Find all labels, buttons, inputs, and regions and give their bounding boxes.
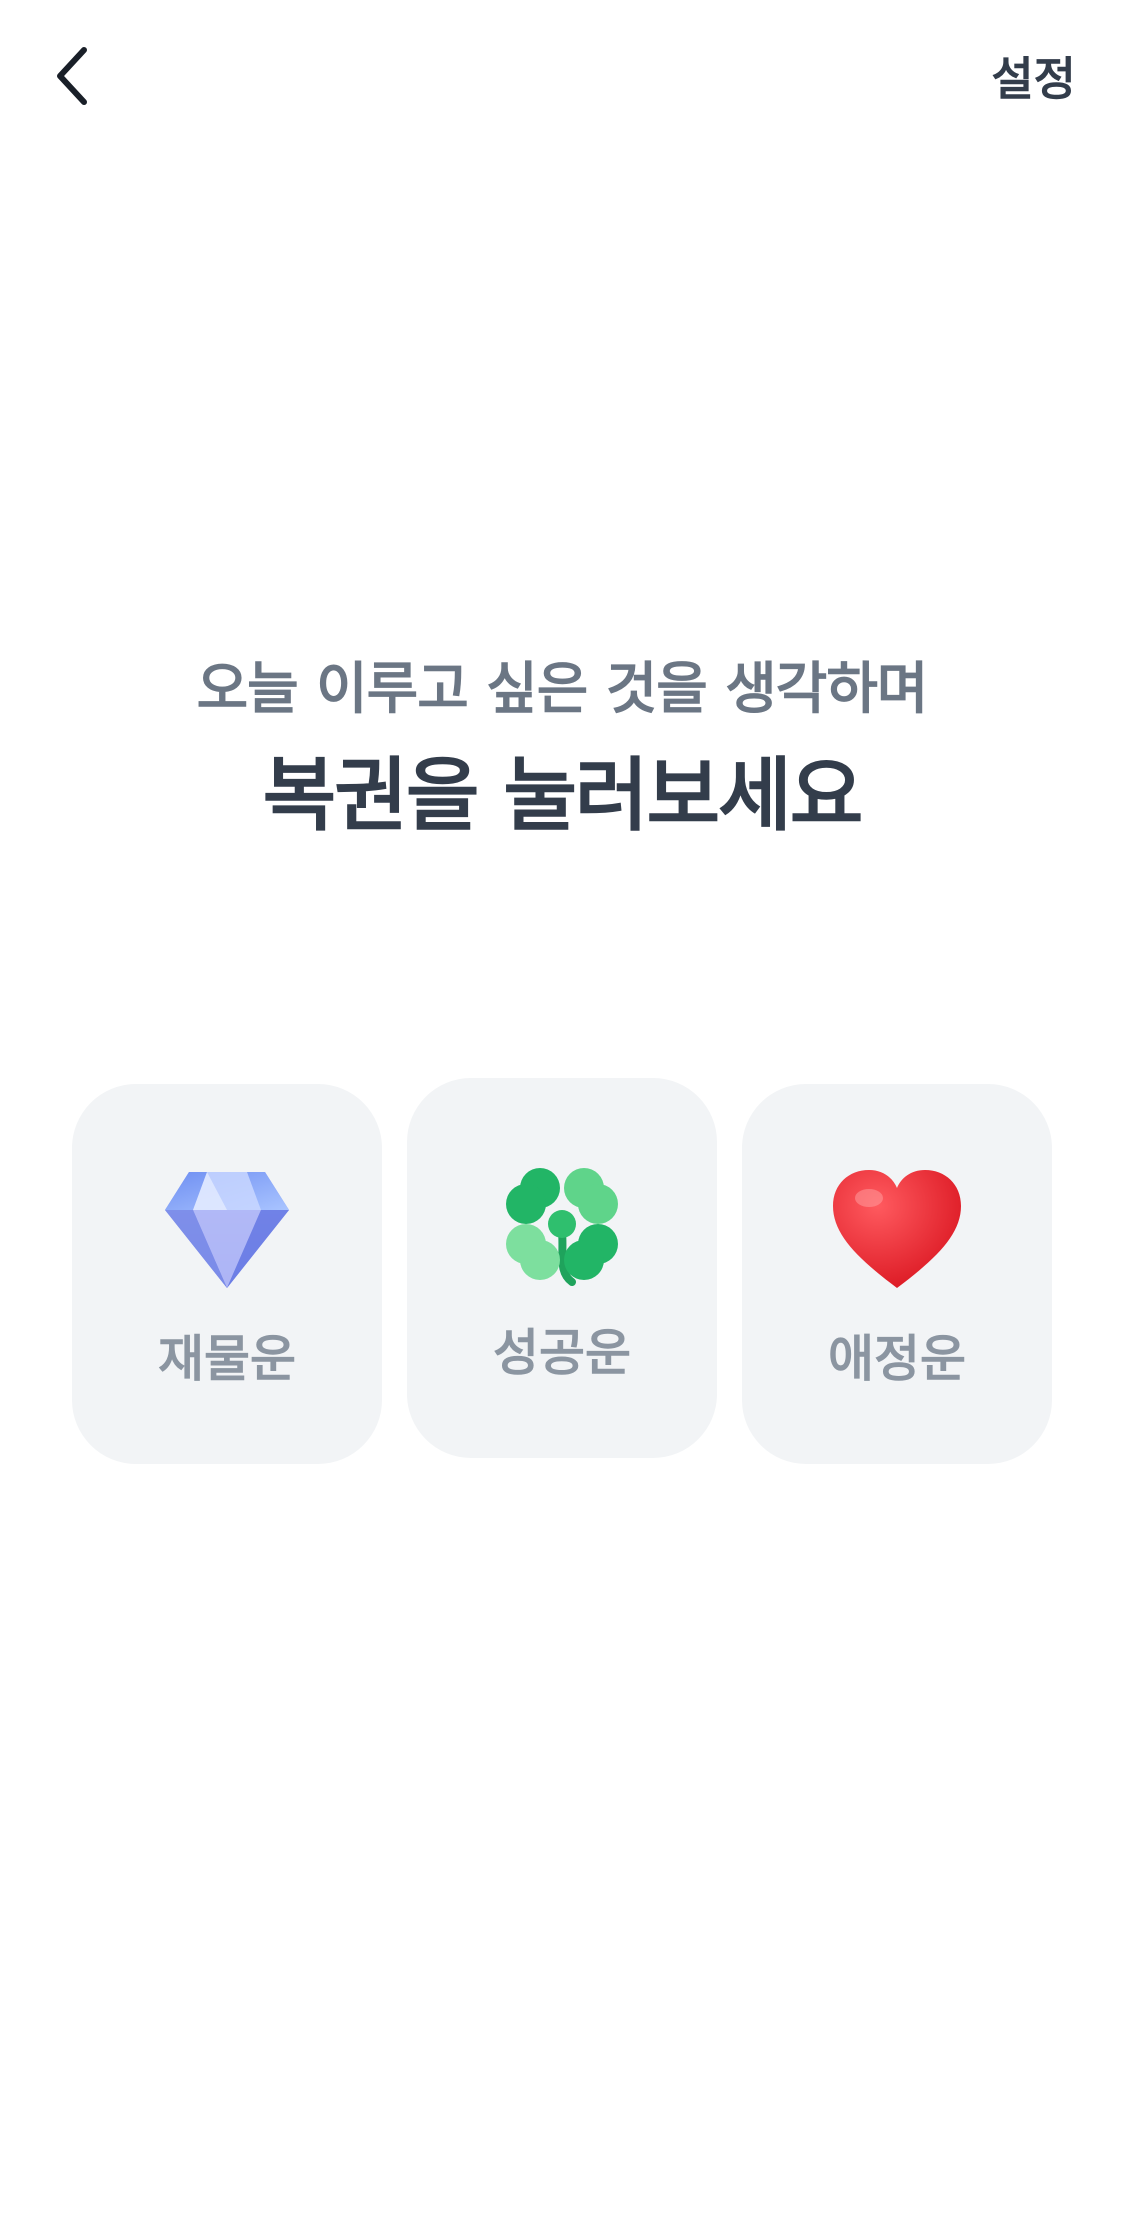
love-card-label: 애정운 [828, 1330, 966, 1388]
love-card[interactable]: 애정운 [742, 1084, 1052, 1464]
lottery-cards: 재물운 성공운 애정운 [72, 1078, 1052, 1468]
heart-icon [833, 1170, 961, 1288]
four-leaf-clover-icon [506, 1168, 618, 1286]
prompt-title: 복권을 눌러보세요 [262, 749, 864, 842]
chevron-left-icon [57, 47, 87, 105]
success-card[interactable]: 성공운 [407, 1078, 717, 1458]
top-bar: 설정 [0, 0, 1124, 150]
back-button[interactable] [40, 36, 104, 116]
prompt: 오늘 이루고 싶은 것을 생각하며 복권을 눌러보세요 [0, 650, 1124, 846]
settings-button[interactable]: 설정 [991, 36, 1076, 116]
prompt-subtitle: 오늘 이루고 싶은 것을 생각하며 [196, 657, 929, 722]
wealth-card[interactable]: 재물운 [72, 1084, 382, 1464]
gem-icon [165, 1172, 289, 1288]
wealth-card-label: 재물운 [158, 1330, 296, 1388]
success-card-label: 성공운 [493, 1324, 631, 1382]
lottery-screen: 설정 오늘 이루고 싶은 것을 생각하며 복권을 눌러보세요 재물운 성공운 애… [0, 0, 1124, 2236]
